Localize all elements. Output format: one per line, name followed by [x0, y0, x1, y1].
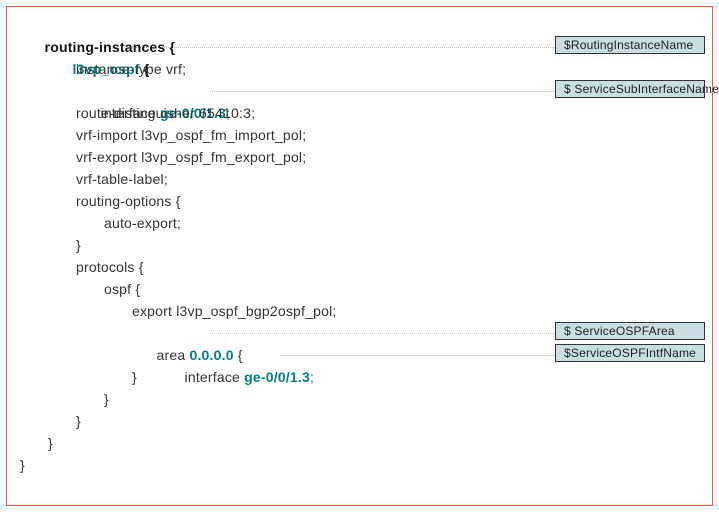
text: routing-instances { [45, 39, 176, 55]
line-close-instance: } [48, 435, 53, 451]
line-close-protocols: } [76, 413, 81, 429]
line-interface-sub: interface ge-0/0/1.3; [20, 80, 336, 102]
document-canvas: routing-instances { l3vp_ospf { instance… [0, 0, 719, 512]
service-ospf-intf-name: ge-0/0/1.3 [244, 369, 310, 385]
text: area [157, 347, 190, 363]
label-text: $ ServiceSubInterfaceName [564, 82, 719, 96]
label-service-ospf-intf-name: $ServiceOSPFIntfName [555, 344, 705, 362]
line-ospf: ospf { [104, 281, 140, 297]
text: interface [185, 369, 245, 385]
line-vrf-table-label: vrf-table-label; [76, 171, 168, 187]
service-ospf-area: 0.0.0.0 [189, 347, 233, 363]
line-instance-type: instance-type vrf; [76, 61, 186, 77]
line-area: area 0.0.0.0 { [20, 322, 336, 344]
label-routing-instance-name: $RoutingInstanceName [555, 36, 705, 54]
line-export-pol: export l3vp_ospf_bgp2ospf_pol; [132, 303, 336, 319]
line-auto-export: auto-export; [104, 215, 181, 231]
label-service-sub-interface-name: $ ServiceSubInterfaceName [555, 80, 705, 98]
line-vrf-export: vrf-export l3vp_ospf_fm_export_pol; [76, 149, 306, 165]
text: { [234, 347, 243, 363]
line-routing-instances: routing-instances { [20, 14, 336, 36]
line-close-area: } [132, 369, 137, 385]
line-protocols: protocols { [76, 259, 144, 275]
label-service-ospf-area: $ ServiceOSPFArea [555, 322, 705, 340]
line-close-ospf: } [104, 391, 109, 407]
line-routing-options: routing-options { [76, 193, 181, 209]
text: ; [310, 369, 314, 385]
line-close-routing-options: } [76, 237, 81, 253]
line-rd: route-distinguisher 65410:3; [76, 105, 255, 121]
config-code-block: routing-instances { l3vp_ospf { instance… [20, 14, 336, 476]
label-text: $RoutingInstanceName [564, 38, 693, 52]
label-text: $ServiceOSPFIntfName [564, 346, 696, 360]
line-close-routing-instances: } [20, 457, 25, 473]
label-text: $ ServiceOSPFArea [564, 324, 675, 338]
line-vrf-import: vrf-import l3vp_ospf_fm_import_pol; [76, 127, 306, 143]
